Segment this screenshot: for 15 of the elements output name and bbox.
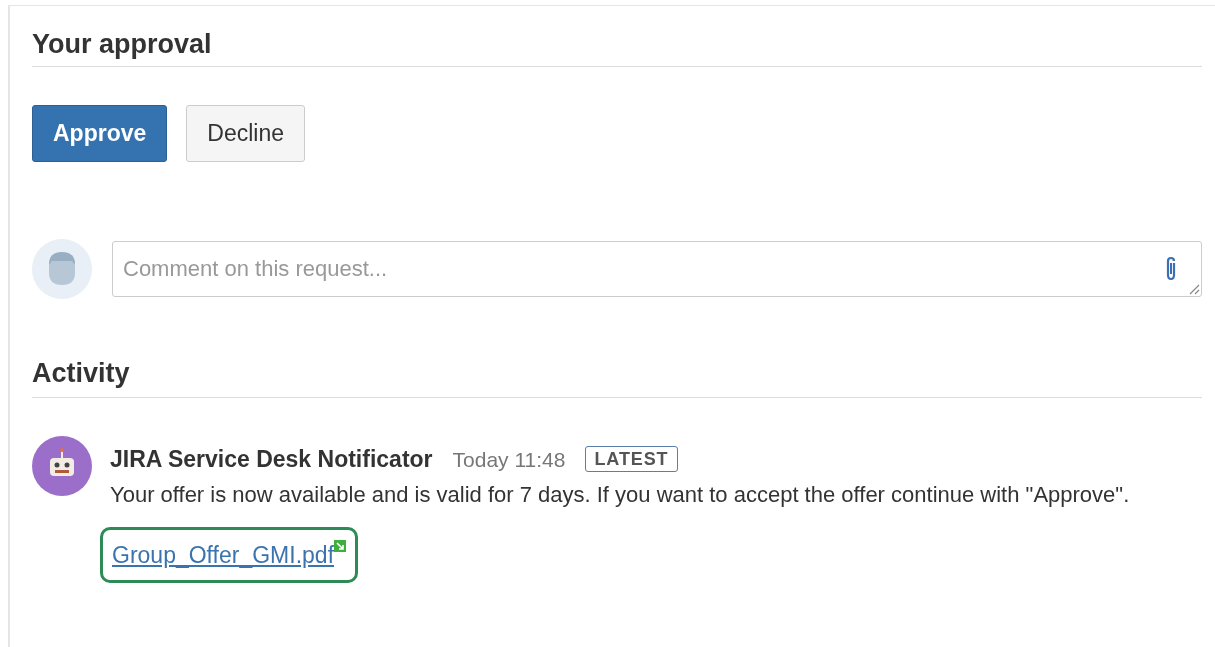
author-name[interactable]: JIRA Service Desk Notificator <box>110 442 433 477</box>
robot-avatar-icon <box>32 436 92 496</box>
approve-button[interactable]: Approve <box>32 105 168 162</box>
external-link-icon <box>334 539 346 552</box>
section-heading: Your approval <box>32 28 212 60</box>
user-avatar-icon <box>32 239 92 299</box>
comment-text: Your offer is now available and is valid for 7 days. If you want to accept the offer continue with "Approve". <box>110 480 1131 509</box>
timestamp: Today 11:48 <box>452 446 566 473</box>
resize-handle-icon[interactable] <box>1188 283 1200 295</box>
section-heading: Activity <box>32 357 130 389</box>
latest-badge: LATEST <box>585 446 678 473</box>
attachment-link[interactable]: Group_Offer_GMI.pdf <box>112 537 334 572</box>
paperclip-icon[interactable] <box>1164 256 1178 282</box>
comment-field[interactable]: Comment on this request... <box>112 241 1202 297</box>
decline-button[interactable]: Decline <box>186 105 305 162</box>
